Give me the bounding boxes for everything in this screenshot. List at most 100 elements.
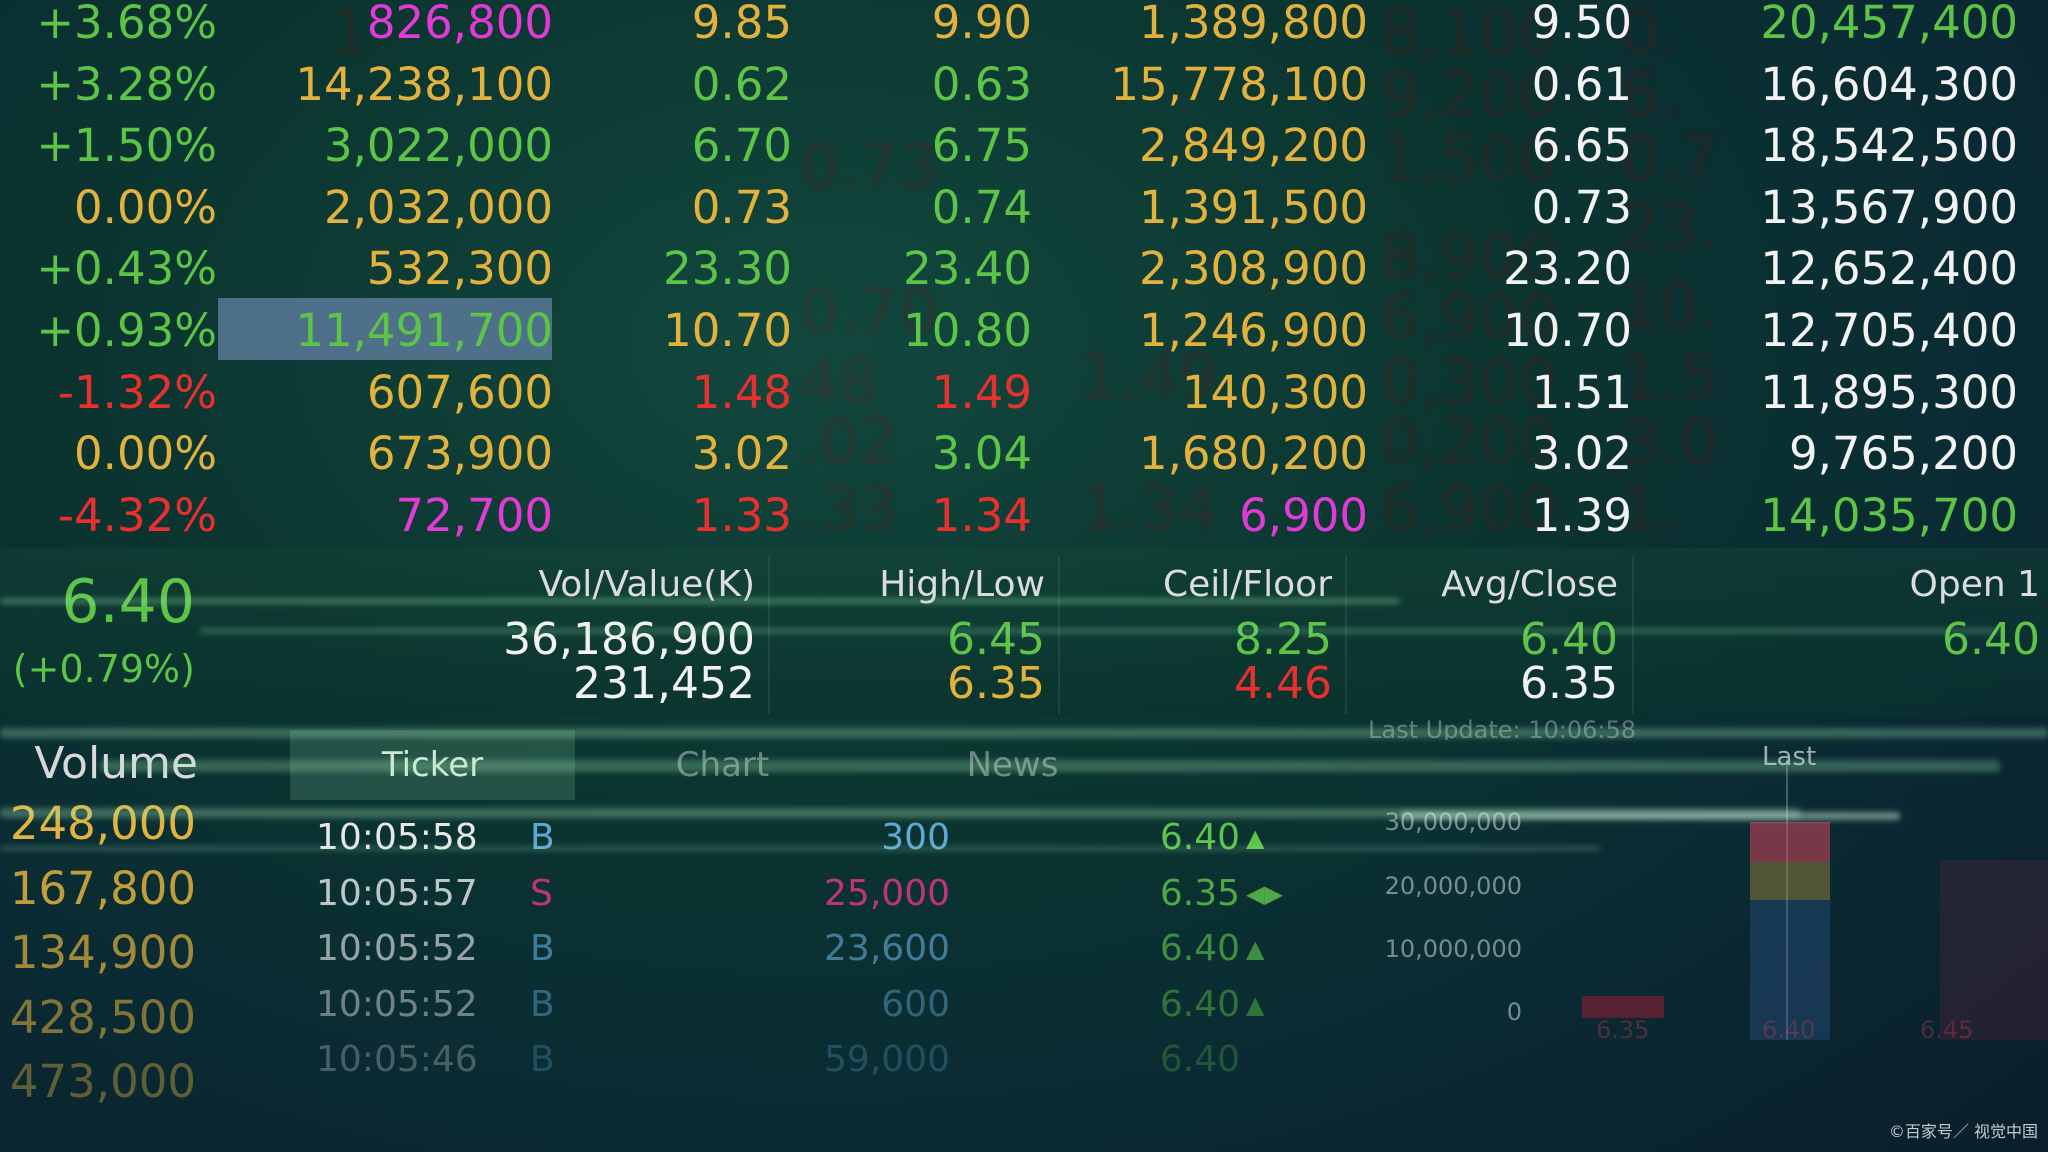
quote-cell-bid: 1.33 xyxy=(691,488,792,542)
quote-row[interactable]: 0.00% 2,032,000 0.73 0.74 1,391,500 0.73 13,56… xyxy=(0,177,2048,239)
light-streak xyxy=(0,846,1600,851)
volume-cell: 473,000 xyxy=(9,1055,196,1108)
trade-quantity: 600 xyxy=(881,983,950,1025)
quote-cell-ask: 3.04 xyxy=(931,427,1032,481)
chart-y-tick: 0 xyxy=(1506,998,1522,1026)
chart-y-tick: 20,000,000 xyxy=(1384,872,1522,900)
trade-side: B xyxy=(530,928,555,969)
open-label: Open 1 xyxy=(1909,564,2041,605)
light-streak xyxy=(0,728,2048,738)
quote-cell-volume: 11,491,700 xyxy=(295,304,553,357)
quote-cell-change: 0.00% xyxy=(74,427,217,481)
floor-value: 4.46 xyxy=(1234,658,1332,709)
trade-quantity: 25,000 xyxy=(824,872,950,914)
trade-direction-icon: ▲ xyxy=(1246,935,1265,963)
trade-side: S xyxy=(530,872,553,914)
trade-time: 10:05:57 xyxy=(316,872,478,914)
quote-cell-last: 9.50 xyxy=(1531,0,1632,49)
quote-cell-change: +3.68% xyxy=(36,0,217,49)
quote-cell-volume: 72,700 xyxy=(395,488,553,542)
low-value: 6.35 xyxy=(947,658,1045,709)
quote-cell-bid: 3.02 xyxy=(691,427,792,481)
quote-cell-change: 0.00% xyxy=(74,180,217,234)
quote-row[interactable]: +3.28% 14,238,100 0.62 0.63 15,778,100 0.61 16… xyxy=(0,54,2048,116)
quote-cell-change: +3.28% xyxy=(36,57,217,111)
quote-cell-change: -4.32% xyxy=(57,488,217,542)
quote-cell-ask: 10.80 xyxy=(903,304,1032,357)
chart-bar-segment xyxy=(1940,860,2048,1040)
light-streak xyxy=(200,628,2000,634)
quote-cell-volume: 673,900 xyxy=(366,427,553,481)
quote-cell-total: 11,895,300 xyxy=(1760,365,2018,419)
quote-cell-bid: 6.70 xyxy=(691,119,792,173)
quote-row[interactable]: -4.32% 72,700 1.33 1.34 6,900 1.39 14,035,700 xyxy=(0,485,2048,547)
trade-price: 6.40 xyxy=(1159,928,1240,969)
quote-cell-last: 3.02 xyxy=(1531,427,1632,481)
quote-cell-ask: 9.90 xyxy=(931,0,1032,49)
quote-cell-change: +0.43% xyxy=(36,242,217,296)
quote-cell-bid: 0.62 xyxy=(691,57,792,111)
quote-row[interactable]: +0.43% 532,300 23.30 23.40 2,308,900 23.20 12,… xyxy=(0,238,2048,300)
light-streak xyxy=(1400,812,1900,820)
quote-row[interactable]: +1.50% 3,022,000 6.70 6.75 2,849,200 6.65 18,5… xyxy=(0,115,2048,177)
trade-price: 6.40 xyxy=(1159,983,1240,1025)
quote-cell-ask: 0.74 xyxy=(931,180,1032,234)
chart-x-label: 6.40 xyxy=(1762,1016,1816,1044)
quote-cell-bid-vol: 15,778,100 xyxy=(1110,57,1368,111)
quote-cell-last: 0.61 xyxy=(1531,57,1632,111)
quote-cell-total: 18,542,500 xyxy=(1760,119,2018,173)
quote-cell-last: 23.20 xyxy=(1503,242,1632,296)
quote-cell-volume: 826,800 xyxy=(366,0,553,49)
quote-cell-total: 20,457,400 xyxy=(1760,0,2018,49)
quote-cell-change: -1.32% xyxy=(57,365,217,419)
close-value: 6.35 xyxy=(1520,658,1618,709)
trade-time: 10:05:46 xyxy=(316,1039,478,1080)
quote-cell-ask: 1.34 xyxy=(931,488,1032,542)
volume-cell: 134,900 xyxy=(9,926,196,979)
trade-time: 10:05:52 xyxy=(316,983,478,1025)
quote-row[interactable]: 0.00% 673,900 3.02 3.04 1,680,200 3.02 9,765,2… xyxy=(0,423,2048,485)
divider xyxy=(1058,556,1060,714)
quote-cell-total: 16,604,300 xyxy=(1760,57,2018,111)
quote-cell-change: +1.50% xyxy=(36,119,217,173)
quote-cell-bid-vol: 1,246,900 xyxy=(1138,304,1368,357)
quote-cell-bid-vol: 6,900 xyxy=(1239,488,1368,542)
chart-bar-segment xyxy=(1582,996,1664,1018)
quote-cell-last: 1.39 xyxy=(1531,488,1632,542)
image-credit: ©百家号／ 视觉中国 xyxy=(1888,1122,2038,1141)
quote-cell-total: 14,035,700 xyxy=(1760,488,2018,542)
quote-cell-bid-vol: 140,300 xyxy=(1181,365,1368,419)
quote-cell-bid: 10.70 xyxy=(663,304,792,357)
ceil-value: 8.25 xyxy=(1234,614,1332,665)
quote-cell-ask: 23.40 xyxy=(903,242,1032,296)
chart-x-label: 6.35 xyxy=(1596,1016,1650,1044)
light-streak xyxy=(0,598,1400,604)
quote-cell-last: 10.70 xyxy=(1503,304,1632,357)
trade-quantity: 59,000 xyxy=(824,1039,950,1080)
light-streak xyxy=(100,760,2000,772)
quote-row[interactable]: +3.68% 826,800 9.85 9.90 1,389,800 9.50 20,457… xyxy=(0,0,2048,54)
quote-cell-bid: 9.85 xyxy=(691,0,792,49)
trade-time: 10:05:52 xyxy=(316,928,478,969)
trade-price: 6.40 xyxy=(1159,1039,1240,1080)
quote-row[interactable]: -1.32% 607,600 1.48 1.49 140,300 1.51 11,895,3… xyxy=(0,362,2048,424)
quote-cell-last: 1.51 xyxy=(1531,365,1632,419)
vol-value-2: 231,452 xyxy=(573,658,755,709)
quote-cell-total: 9,765,200 xyxy=(1788,427,2018,481)
trade-side: B xyxy=(530,1039,555,1080)
high-value: 6.45 xyxy=(947,614,1045,665)
quote-cell-change: +0.93% xyxy=(36,304,217,357)
quote-row[interactable]: +0.93% 11,491,700 10.70 10.80 1,246,900 10.70… xyxy=(0,300,2048,362)
quote-cell-bid-vol: 1,680,200 xyxy=(1138,427,1368,481)
volume-cell: 167,800 xyxy=(9,861,196,915)
chart-bar-segment xyxy=(1750,822,1830,862)
divider xyxy=(1632,556,1634,714)
chart-bar-segment xyxy=(1750,862,1830,900)
quote-cell-ask: 1.49 xyxy=(931,365,1032,419)
quote-cell-volume: 607,600 xyxy=(366,365,553,419)
open-value: 6.40 xyxy=(1942,614,2040,665)
quote-cell-total: 12,705,400 xyxy=(1760,304,2018,357)
quote-cell-ask: 0.63 xyxy=(931,57,1032,111)
trade-direction-icon: ◀▶ xyxy=(1246,879,1283,908)
quote-cell-volume: 2,032,000 xyxy=(323,180,553,234)
